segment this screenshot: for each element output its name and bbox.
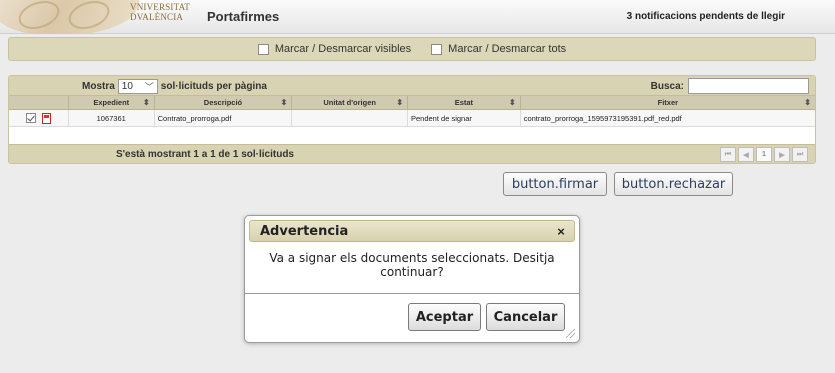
table-info: S'està mostrant 1 a 1 de 1 sol·licituds <box>116 149 294 160</box>
logo-line-2: DVALÈNCIA <box>130 12 184 22</box>
page-1-button[interactable]: 1 <box>756 147 772 162</box>
chevron-down-icon: ﹀ <box>144 82 154 92</box>
table-empty-space <box>9 127 815 144</box>
dialog-message: Va a signar els documents seleccionats. … <box>269 251 555 279</box>
column-header-label: Descripció <box>203 98 243 107</box>
column-header-expedient[interactable]: Expedient ⬍ <box>69 96 155 109</box>
logo-line-1: VNIVERSITAT <box>130 2 190 12</box>
column-header-select <box>9 96 69 109</box>
confirm-dialog: Advertencia × Va a signar els documents … <box>244 215 580 343</box>
page-length-control: Mostra 10 ﹀ sol·licituds per pàgina <box>82 79 267 94</box>
table-row[interactable]: 1067361 Contrato_prorroga.pdf Pendent de… <box>9 110 815 127</box>
cell-unitat <box>292 110 408 126</box>
sort-icon: ⬍ <box>280 98 288 107</box>
page-length-suffix: sol·licituds per pàgina <box>160 81 267 92</box>
cell-estat: Pendent de signar <box>408 110 521 126</box>
sign-button[interactable]: button.firmar <box>503 172 607 196</box>
last-page-button[interactable]: ⏭ <box>792 147 808 162</box>
mark-all-checkbox[interactable] <box>431 43 443 55</box>
logo-wordmark: VNIVERSITAT DVALÈNCIA <box>130 2 190 22</box>
column-header-fitxer[interactable]: Fitxer ⬍ <box>521 96 815 109</box>
table-footer: S'està mostrant 1 a 1 de 1 sol·licituds … <box>9 144 815 163</box>
cell-fitxer[interactable]: contrato_prorroga_1595973195391.pdf_red.… <box>521 110 815 126</box>
column-header-label: Unitat d'origen <box>323 98 376 107</box>
column-header-unitat[interactable]: Unitat d'origen ⬍ <box>292 96 409 109</box>
column-header-estat[interactable]: Estat ⬍ <box>408 96 521 109</box>
app-title: Portafirmes <box>207 9 280 24</box>
sort-icon: ⬍ <box>396 98 404 107</box>
pdf-icon[interactable] <box>41 112 51 124</box>
column-header-label: Estat <box>454 98 474 107</box>
column-header-label: Expedient <box>93 98 130 107</box>
dialog-titlebar[interactable]: Advertencia × <box>249 220 575 242</box>
search-label: Busca: <box>650 80 684 92</box>
cell-descripcio: Contrato_prorroga.pdf <box>155 110 293 126</box>
column-header-descripcio[interactable]: Descripció ⬍ <box>155 96 293 109</box>
reject-button[interactable]: button.rechazar <box>614 172 733 196</box>
table-search: Busca: <box>651 78 809 94</box>
search-input[interactable] <box>688 78 809 94</box>
resize-grip-icon[interactable] <box>566 329 575 338</box>
mark-visible-toggle[interactable]: Marcar / Desmarcar visibles <box>257 43 412 55</box>
previous-page-button[interactable]: ◀ <box>738 147 754 162</box>
page-length-value: 10 <box>121 81 133 92</box>
column-header-label: Fitxer <box>657 98 679 107</box>
app-header: VNIVERSITAT DVALÈNCIA Portafirmes 3 noti… <box>0 0 835 34</box>
requests-table: Mostra 10 ﹀ sol·licituds per pàgina Busc… <box>8 75 816 164</box>
mark-all-label: Marcar / Desmarcar tots <box>448 43 567 55</box>
accept-button[interactable]: Aceptar <box>408 303 481 331</box>
first-page-button[interactable]: ⏮ <box>720 147 736 162</box>
row-select-cell <box>9 110 69 126</box>
page-length-prefix: Mostra <box>82 81 115 92</box>
cancel-button[interactable]: Cancelar <box>486 303 565 331</box>
dialog-title: Advertencia <box>260 224 349 239</box>
mark-visible-checkbox[interactable] <box>257 43 269 55</box>
mark-all-toggle[interactable]: Marcar / Desmarcar tots <box>431 43 566 55</box>
next-page-button[interactable]: ▶ <box>774 147 790 162</box>
notifications-link[interactable]: 3 notificacions pendents de llegir <box>627 11 785 22</box>
bulk-select-bar: Marcar / Desmarcar visibles Marcar / Des… <box>8 37 816 61</box>
table-toolbar: Mostra 10 ﹀ sol·licituds per pàgina Busc… <box>9 76 815 96</box>
dialog-divider <box>245 293 579 294</box>
table-header: Expedient ⬍ Descripció ⬍ Unitat d'origen… <box>9 96 815 110</box>
sort-icon: ⬍ <box>142 98 150 107</box>
row-checkbox[interactable] <box>25 113 36 123</box>
university-logo: VNIVERSITAT DVALÈNCIA <box>0 0 205 34</box>
sort-icon: ⬍ <box>804 98 811 107</box>
sort-icon: ⬍ <box>509 98 516 107</box>
cell-expedient: 1067361 <box>69 110 155 126</box>
page-length-select[interactable]: 10 ﹀ <box>117 79 158 94</box>
pagination: ⏮ ◀ 1 ▶ ⏭ <box>720 147 808 162</box>
mark-visible-label: Marcar / Desmarcar visibles <box>274 43 412 55</box>
close-icon[interactable]: × <box>555 224 567 239</box>
